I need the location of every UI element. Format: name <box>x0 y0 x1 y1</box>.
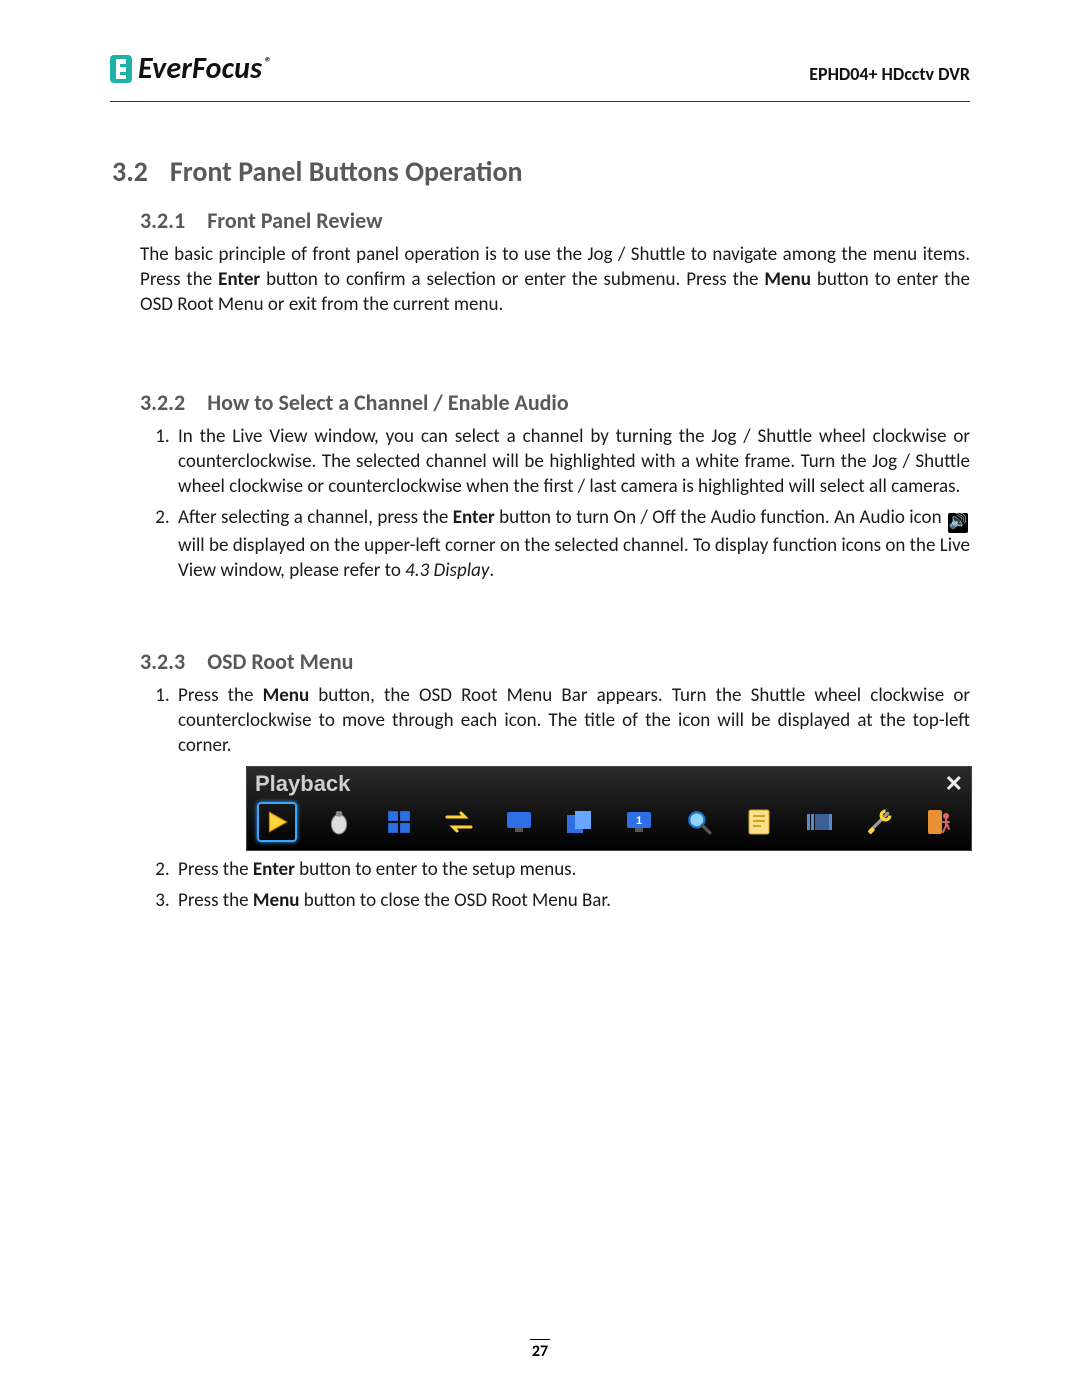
osd-sequence-icon[interactable] <box>441 804 477 840</box>
list-item: Press the Enter button to enter to the s… <box>174 857 970 882</box>
osd-multiview-icon[interactable] <box>381 804 417 840</box>
bold-enter: Enter <box>453 506 495 529</box>
heading-number: 3.2.2 <box>140 389 185 416</box>
osd-display-icon[interactable] <box>501 804 537 840</box>
osd-search-icon[interactable] <box>681 804 717 840</box>
osd-tools-icon[interactable] <box>861 804 897 840</box>
page-footer: 27 <box>0 1339 1080 1361</box>
brand-logo-icon <box>110 55 132 83</box>
page-number: 27 <box>532 1342 548 1361</box>
list-item: After selecting a channel, press the Ent… <box>174 505 970 583</box>
heading-title: How to Select a Channel / Enable Audio <box>207 389 568 416</box>
heading-3-2-3: 3.2.3 OSD Root Menu <box>140 648 970 675</box>
osd-event-icon[interactable] <box>741 804 777 840</box>
list-item: Press the Menu button, the OSD Root Menu… <box>174 683 970 851</box>
heading-3-2-2: 3.2.2 How to Select a Channel / Enable Au… <box>140 389 970 416</box>
audio-icon: 🔊 <box>948 513 968 533</box>
heading-title: OSD Root Menu <box>207 648 353 675</box>
list-item: In the Live View window, you can select … <box>174 424 970 499</box>
osd-playback-icon[interactable] <box>257 802 297 842</box>
product-label: EPHD04+ HDcctv DVR <box>809 63 970 87</box>
heading-number: 3.2 <box>112 154 148 189</box>
list-item: Press the Menu button to close the OSD R… <box>174 888 970 913</box>
osd-copy-icon[interactable] <box>561 804 597 840</box>
heading-title: Front Panel Buttons Operation <box>170 154 523 189</box>
registered-mark: ® <box>264 54 271 71</box>
list-3-2-3: Press the Menu button, the OSD Root Menu… <box>140 683 970 913</box>
osd-camera-icon[interactable] <box>321 804 357 840</box>
para-3-2-1: The basic principle of front panel opera… <box>140 242 970 317</box>
heading-3-2: 3.2 Front Panel Buttons Operation <box>112 154 970 189</box>
svg-text:1: 1 <box>636 815 642 827</box>
italic-ref: 4.3 Display <box>405 559 489 582</box>
bold-menu: Menu <box>263 684 310 707</box>
bold-menu: Menu <box>253 889 300 912</box>
heading-3-2-1: 3.2.1 Front Panel Review <box>140 207 970 234</box>
osd-record-icon[interactable]: 1 <box>621 804 657 840</box>
heading-number: 3.2.3 <box>140 648 185 675</box>
osd-schedule-icon[interactable] <box>801 804 837 840</box>
brand-name: EverFocus® <box>138 50 272 87</box>
brand: EverFocus® <box>110 50 272 87</box>
list-3-2-2: In the Live View window, you can select … <box>140 424 970 583</box>
close-icon[interactable]: ✕ <box>945 769 963 798</box>
bold-menu: Menu <box>764 268 811 291</box>
bold-enter: Enter <box>218 268 260 291</box>
osd-title: Playback <box>255 769 350 798</box>
osd-logout-icon[interactable] <box>921 804 957 840</box>
osd-root-menu-bar: Playback ✕ <box>246 766 972 851</box>
bold-enter: Enter <box>253 858 295 881</box>
heading-number: 3.2.1 <box>140 207 185 234</box>
page-header: EverFocus® EPHD04+ HDcctv DVR <box>110 50 970 102</box>
heading-title: Front Panel Review <box>207 207 382 234</box>
